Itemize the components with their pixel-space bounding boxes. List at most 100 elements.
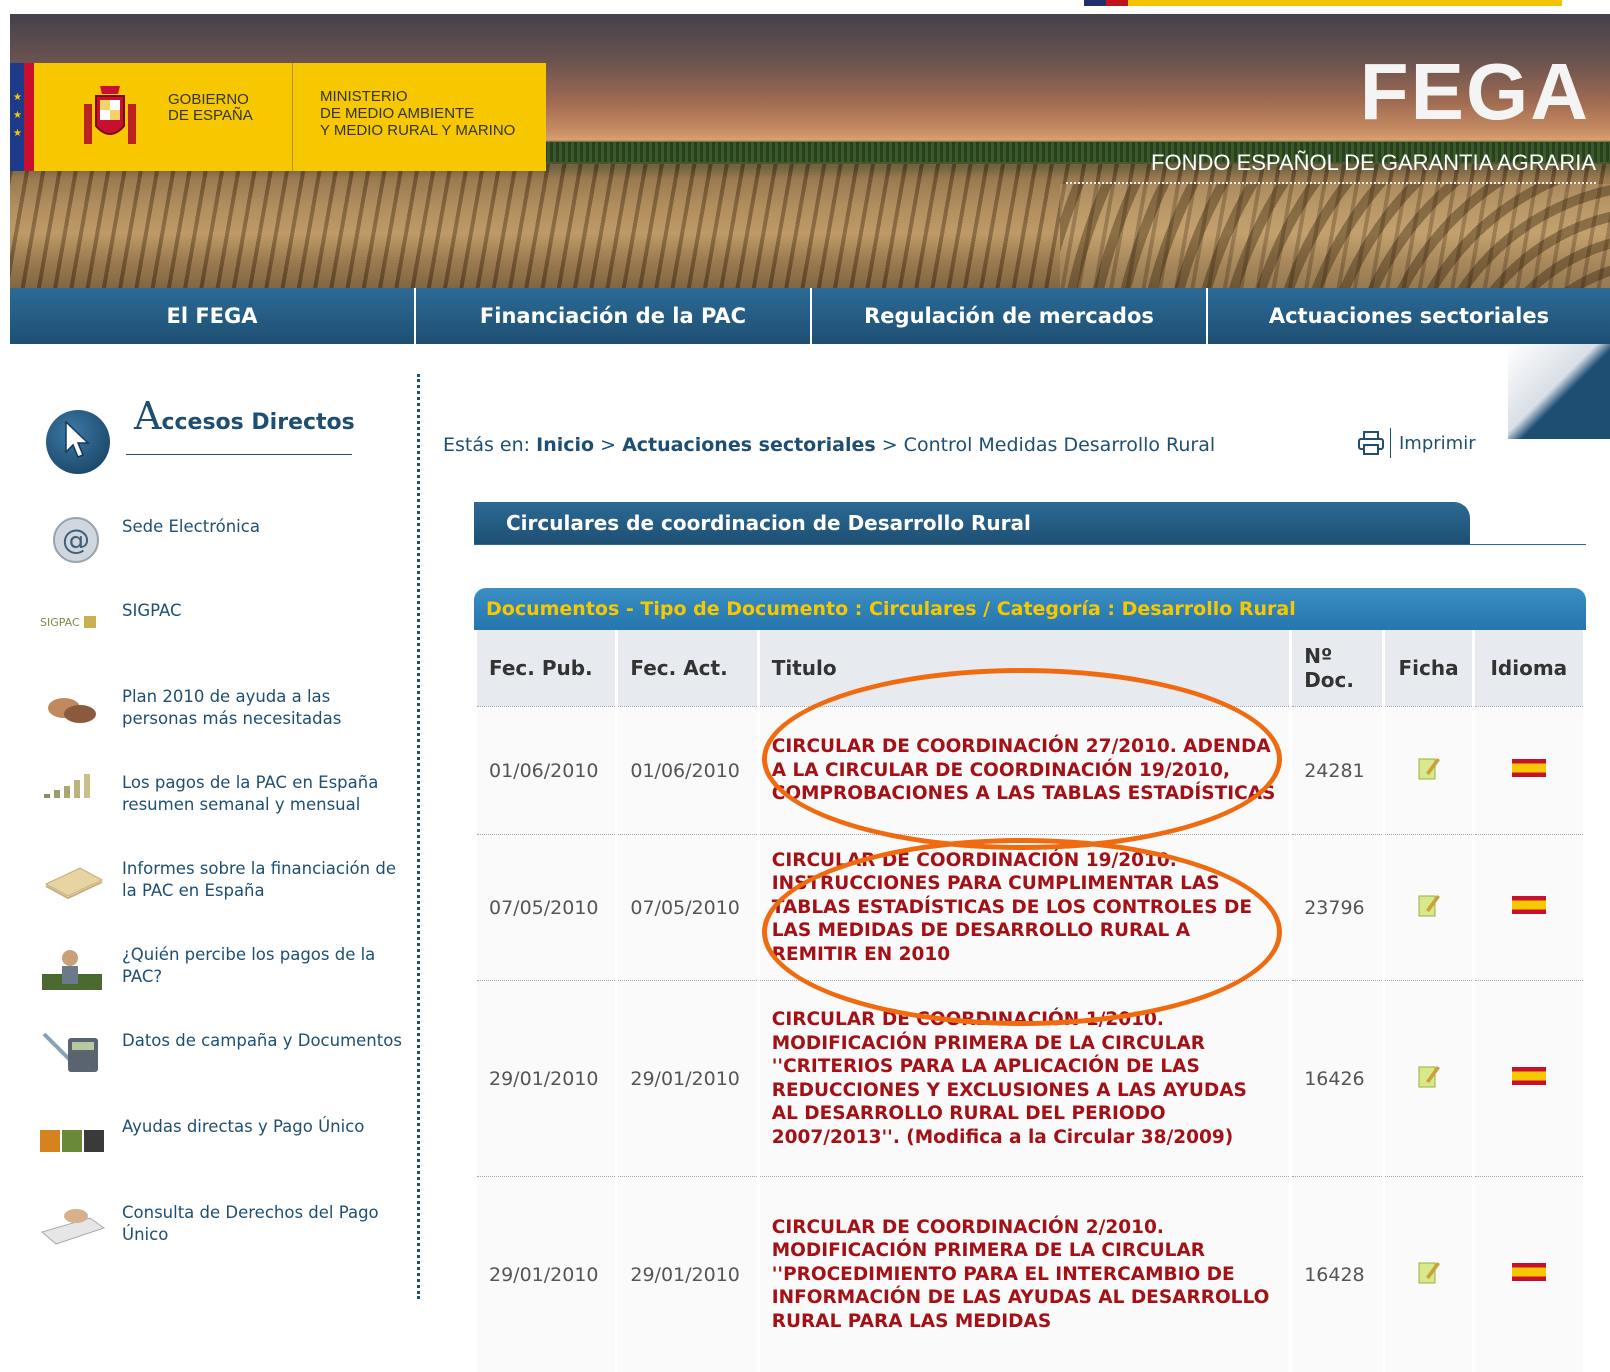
table-row: 01/06/2010 01/06/2010 CIRCULAR DE COORDI… (477, 706, 1583, 834)
cell-fec-pub: 01/06/2010 (477, 706, 616, 834)
cell-ficha (1385, 834, 1472, 980)
hands-icon (48, 698, 96, 723)
cell-idioma (1474, 706, 1583, 834)
cell-idioma (1474, 980, 1583, 1176)
cell-titulo-link[interactable]: CIRCULAR DE COORDINACIÓN 19/2010. INSTRU… (759, 834, 1290, 980)
main-nav: El FEGA Financiación de la PAC Regulació… (10, 288, 1610, 344)
spanish-flag-icon[interactable] (1511, 1263, 1546, 1281)
sidebar-divider (417, 374, 420, 1299)
cell-idioma (1474, 834, 1583, 980)
print-label: Imprimir (1399, 432, 1476, 454)
subtitle-dotted-rule (1066, 182, 1596, 184)
spanish-flag-icon[interactable] (1511, 896, 1546, 914)
table-header-row: Fec. Pub. Fec. Act. Titulo Nº Doc. Ficha … (477, 630, 1583, 706)
crops-icon (40, 1130, 104, 1152)
documents-icon (44, 867, 104, 900)
farmer-icon (42, 950, 102, 990)
ministry-label: MINISTERIO DE MEDIO AMBIENTE Y MEDIO RUR… (320, 88, 515, 139)
eu-spain-flag: ★ ★ ★ (10, 63, 48, 171)
title-initial: A (134, 394, 162, 438)
nav-actuaciones-sectoriales[interactable]: Actuaciones sectoriales (1208, 288, 1610, 344)
table-row: 29/01/2010 29/01/2010 CIRCULAR DE COORDI… (477, 1176, 1583, 1372)
cell-fec-act: 07/05/2010 (618, 834, 757, 980)
sidebar-item-label: Los pagos de la PAC en España resumen se… (122, 773, 379, 814)
sidebar-item-label: Plan 2010 de ayuda a las personas más ne… (122, 687, 342, 728)
ministry-line-1: MINISTERIO (320, 88, 408, 105)
title-rest: ccesos Directos (161, 410, 355, 435)
col-fec-pub[interactable]: Fec. Pub. (477, 630, 616, 706)
sidebar-item-label: Consulta de Derechos del Pago Único (122, 1203, 379, 1244)
col-num-line-1: Nº (1304, 644, 1333, 668)
cell-fec-pub: 07/05/2010 (477, 834, 616, 980)
breadcrumb-separator: > (881, 434, 898, 456)
fega-logo[interactable]: FEGA (1360, 52, 1590, 132)
cell-fec-pub: 29/01/2010 (477, 980, 616, 1176)
cell-titulo-link[interactable]: CIRCULAR DE COORDINACIÓN 27/2010. ADENDA… (759, 706, 1290, 834)
col-num-line-2: Doc. (1304, 668, 1354, 692)
ficha-pencil-icon[interactable] (1418, 1259, 1440, 1285)
gov-divider (292, 63, 293, 171)
sigpac-logo-icon: SIGPAC (40, 616, 96, 629)
sidebar-item-label: SIGPAC (122, 601, 182, 620)
bar-chart-icon (44, 774, 90, 798)
fega-subtitle: FONDO ESPAÑOL DE GARANTIA AGRARIA (1151, 150, 1596, 175)
cell-titulo-link[interactable]: CIRCULAR DE COORDINACIÓN 2/2010. MODIFIC… (759, 1176, 1290, 1372)
sidebar-item-label: ¿Quién percibe los pagos de la PAC? (122, 945, 376, 986)
documents-heading: Documentos - Tipo de Documento : Circula… (474, 588, 1586, 630)
cell-fec-act: 29/01/2010 (618, 980, 757, 1176)
col-idioma: Idioma (1474, 630, 1583, 706)
top-flag-strip (1084, 0, 1562, 6)
section-title: Circulares de coordinacion de Desarrollo… (474, 502, 1470, 544)
sidebar-item-label: Ayudas directas y Pago Único (122, 1117, 365, 1136)
coat-of-arms-icon (84, 86, 136, 144)
cell-fec-pub: 29/01/2010 (477, 1176, 616, 1372)
government-label: GOBIERNO DE ESPAÑA (168, 92, 253, 124)
calculator-icon (42, 1032, 98, 1072)
sigpac-logo-text: SIGPAC (40, 616, 80, 629)
col-fec-act[interactable]: Fec. Act. (618, 630, 757, 706)
ficha-pencil-icon[interactable] (1418, 892, 1440, 918)
cell-fec-act: 01/06/2010 (618, 706, 757, 834)
cell-titulo-link[interactable]: CIRCULAR DE COORDINACIÓN 1/2010. MODIFIC… (759, 980, 1290, 1176)
breadcrumb-section-link[interactable]: Actuaciones sectoriales (622, 434, 876, 456)
spanish-flag-icon[interactable] (1511, 759, 1546, 777)
breadcrumb-current: Control Medidas Desarrollo Rural (903, 434, 1216, 456)
cell-num-doc: 16426 (1292, 980, 1383, 1176)
print-divider (1390, 428, 1391, 458)
col-num-doc[interactable]: Nº Doc. (1292, 630, 1383, 706)
cell-num-doc: 24281 (1292, 706, 1383, 834)
sidebar-item-label: Datos de campaña y Documentos (122, 1031, 402, 1050)
col-ficha: Ficha (1385, 630, 1472, 706)
spanish-flag-icon[interactable] (1511, 1067, 1546, 1085)
cell-ficha (1385, 1176, 1472, 1372)
cell-ficha (1385, 706, 1472, 834)
at-sign-icon: @ (53, 517, 99, 563)
section-rule (474, 544, 1586, 545)
svg-text:@: @ (62, 523, 90, 556)
print-button[interactable]: Imprimir (1358, 428, 1476, 458)
col-titulo[interactable]: Titulo (759, 630, 1290, 706)
nav-financiacion-pac[interactable]: Financiación de la PAC (416, 288, 812, 344)
sidebar-item-label: Informes sobre la financiación de la PAC… (122, 859, 396, 900)
cell-fec-act: 29/01/2010 (618, 1176, 757, 1372)
breadcrumb-home-link[interactable]: Inicio (536, 434, 594, 456)
cell-num-doc: 16428 (1292, 1176, 1383, 1372)
breadcrumb-prefix: Estás en: (443, 434, 531, 456)
breadcrumb: Estás en: Inicio > Actuaciones sectorial… (443, 434, 1215, 456)
title-underline (126, 454, 352, 455)
breadcrumb-separator: > (600, 434, 617, 456)
ficha-pencil-icon[interactable] (1418, 1063, 1440, 1089)
ficha-pencil-icon[interactable] (1418, 755, 1440, 781)
page-curl-decoration (1508, 344, 1610, 439)
nav-el-fega[interactable]: El FEGA (10, 288, 416, 344)
ministry-line-3: Y MEDIO RURAL Y MARINO (320, 122, 516, 139)
cell-idioma (1474, 1176, 1583, 1372)
cursor-arrow-icon (46, 410, 110, 474)
table-row: 29/01/2010 29/01/2010 CIRCULAR DE COORDI… (477, 980, 1583, 1176)
keyboard-icon (40, 1209, 106, 1245)
printer-icon (1358, 431, 1384, 455)
cell-num-doc: 23796 (1292, 834, 1383, 980)
ministry-line-2: DE MEDIO AMBIENTE (320, 105, 475, 122)
nav-regulacion-mercados[interactable]: Regulación de mercados (812, 288, 1208, 344)
gov-line-1: GOBIERNO (168, 91, 249, 108)
